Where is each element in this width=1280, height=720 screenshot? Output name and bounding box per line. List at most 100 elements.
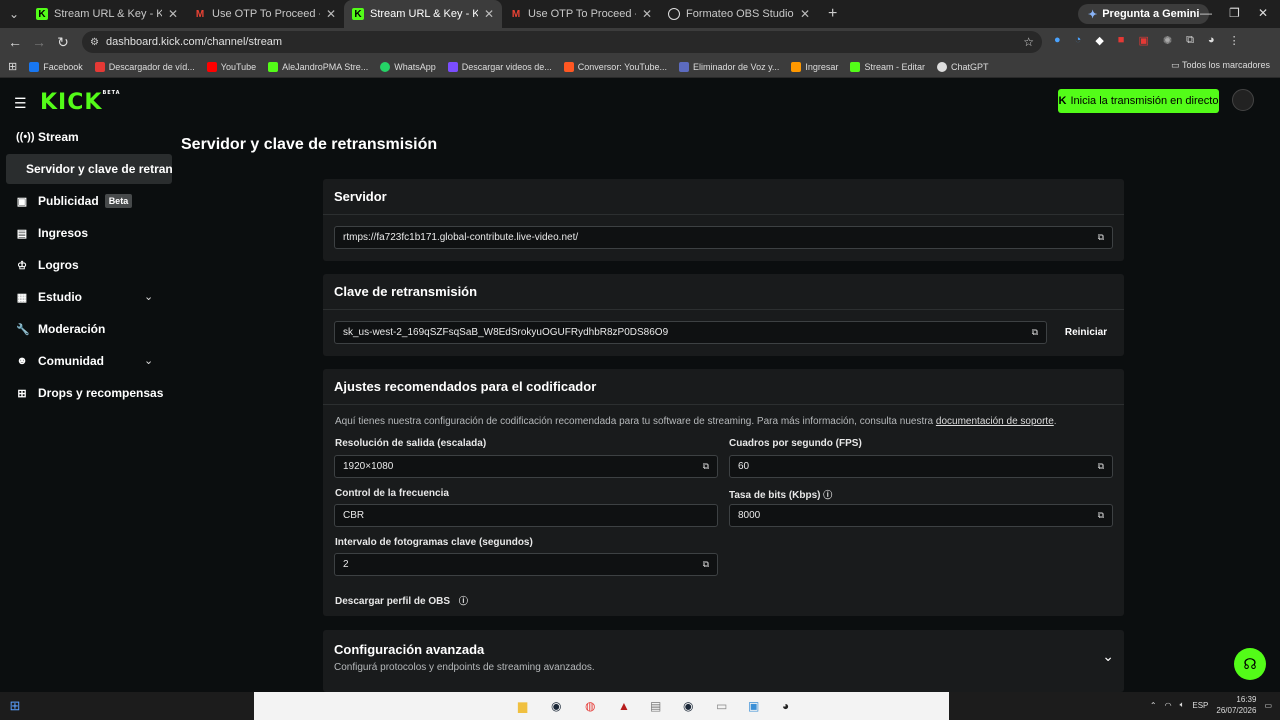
file-explorer-icon[interactable]: ▆ bbox=[518, 699, 527, 713]
browser-tab[interactable]: Formateo OBS Studio ✕ bbox=[660, 0, 818, 28]
close-window-icon[interactable]: ✕ bbox=[1258, 6, 1268, 20]
bookmark-item[interactable]: Eliminador de Voz y... bbox=[679, 61, 779, 72]
reload-icon[interactable]: ↻ bbox=[51, 34, 75, 51]
bookmark-item[interactable]: AleJandroPMA Stre... bbox=[268, 61, 368, 72]
browser-tab[interactable]: K Stream URL & Key - Kick Dashb ✕ bbox=[28, 0, 186, 28]
close-tab-icon[interactable]: ✕ bbox=[484, 7, 494, 21]
bookmark-item[interactable]: Ingresar bbox=[791, 61, 838, 72]
avatar[interactable] bbox=[1232, 89, 1254, 111]
go-live-button[interactable]: K Inicia la transmisión en directo bbox=[1058, 89, 1219, 113]
bookmark-star-icon[interactable]: ☆ bbox=[1023, 35, 1034, 49]
close-tab-icon[interactable]: ✕ bbox=[168, 7, 178, 21]
keyframe-field[interactable]: 2 ⧉ bbox=[334, 553, 718, 576]
support-chat-button[interactable]: ☊ bbox=[1234, 648, 1266, 680]
sidebar-item-logros[interactable]: ♔ Logros bbox=[16, 258, 79, 272]
tab-search-icon[interactable]: ⌄ bbox=[0, 7, 28, 21]
sidebar-item-publicidad[interactable]: ▣ Publicidad Beta bbox=[16, 194, 133, 208]
info-icon[interactable]: ⓘ bbox=[459, 596, 468, 606]
sidebar-item-ingresos[interactable]: ▤ Ingresos bbox=[16, 226, 88, 240]
chevron-down-icon[interactable]: ⌄ bbox=[144, 290, 153, 303]
copy-icon[interactable]: ⧉ bbox=[703, 559, 709, 570]
bookmark-item[interactable]: Descargar videos de... bbox=[447, 61, 552, 72]
extension-icon[interactable]: ◆ bbox=[1095, 34, 1103, 47]
clock[interactable]: 16:39 26/07/2026 bbox=[1216, 694, 1256, 716]
browser-tab-active[interactable]: K Stream URL & Key - Kick Dashb ✕ bbox=[344, 0, 502, 28]
app-icon[interactable]: ▲ bbox=[618, 699, 630, 713]
steam-icon[interactable]: ◉ bbox=[551, 699, 561, 713]
clock-time: 16:39 bbox=[1236, 695, 1257, 704]
all-bookmarks-button[interactable]: ▭ Todos los marcadores bbox=[1171, 60, 1270, 71]
server-url-field[interactable]: rtmps://fa723fc1b171.global-contribute.l… bbox=[334, 226, 1113, 249]
app-icon[interactable]: ▣ bbox=[748, 699, 759, 713]
resolution-field[interactable]: 1920×1080 ⧉ bbox=[334, 455, 718, 478]
reset-key-button[interactable]: Reiniciar bbox=[1056, 321, 1116, 344]
obs-icon[interactable]: ◕ bbox=[782, 699, 789, 713]
wifi-icon[interactable]: ◠ bbox=[1165, 701, 1172, 710]
bookmark-item[interactable]: WhatsApp bbox=[380, 61, 436, 72]
forward-icon[interactable]: → bbox=[27, 34, 51, 50]
chevron-up-icon[interactable]: ⌃ bbox=[1150, 701, 1157, 710]
language-indicator[interactable]: ESP bbox=[1192, 701, 1208, 710]
bookmark-item[interactable]: Descargador de víd... bbox=[94, 61, 195, 72]
bookmark-item[interactable]: YouTube bbox=[206, 61, 256, 72]
menu-dots-icon[interactable]: ⋮ bbox=[1229, 34, 1240, 47]
app-icon[interactable]: ▤ bbox=[650, 699, 661, 713]
site-info-icon[interactable]: ⚙ bbox=[90, 37, 99, 48]
volume-icon[interactable]: 🔈︎ bbox=[1180, 700, 1185, 710]
fps-field[interactable]: 60 ⧉ bbox=[729, 455, 1113, 478]
chevron-down-icon[interactable]: ⌄ bbox=[1102, 648, 1114, 665]
bookmark-item[interactable]: Facebook bbox=[29, 61, 83, 72]
advanced-settings-card[interactable]: Configuración avanzada Configurá protoco… bbox=[323, 630, 1124, 692]
close-tab-icon[interactable]: ✕ bbox=[800, 7, 810, 21]
copy-icon[interactable]: ⧉ bbox=[1098, 510, 1104, 521]
sidebar-item-drops[interactable]: ⊞ Drops y recompensas bbox=[16, 386, 163, 400]
kick-logo[interactable]: KICKBETA bbox=[40, 90, 121, 115]
bookmark-item[interactable]: Conversor: YouTube... bbox=[563, 61, 667, 72]
tab-title: Use OTP To Proceed - aalejand bbox=[212, 8, 320, 20]
rate-control-field[interactable]: CBR bbox=[334, 504, 718, 527]
support-docs-link[interactable]: documentación de soporte bbox=[936, 416, 1054, 427]
apps-grid-icon[interactable]: ⊞ bbox=[8, 60, 17, 73]
extension-icon[interactable]: ● bbox=[1054, 34, 1061, 47]
copy-icon[interactable]: ⧉ bbox=[703, 461, 709, 472]
extensions-puzzle-icon[interactable]: ⧉ bbox=[1186, 34, 1194, 47]
sidebar-item-moderacion[interactable]: 🔧 Moderación bbox=[16, 322, 105, 336]
notifications-icon[interactable]: ▭ bbox=[1264, 701, 1272, 710]
download-obs-profile[interactable]: Descargar perfil de OBS ⓘ bbox=[335, 594, 468, 607]
minimize-icon[interactable]: — bbox=[1200, 6, 1212, 20]
sidebar-item-server-key[interactable]: Servidor y clave de retransmisión bbox=[6, 154, 172, 184]
close-tab-icon[interactable]: ✕ bbox=[642, 7, 652, 21]
chrome-icon[interactable]: ◍ bbox=[585, 699, 595, 713]
back-icon[interactable]: ← bbox=[3, 34, 27, 50]
steam-icon[interactable]: ◉ bbox=[683, 699, 693, 713]
info-icon[interactable]: ⓘ bbox=[823, 490, 832, 500]
bookmark-item[interactable]: Stream - Editar bbox=[850, 61, 925, 72]
profile-icon[interactable]: ◕ bbox=[1208, 34, 1215, 47]
app-icon[interactable]: ▭ bbox=[716, 699, 727, 713]
extension-icon[interactable]: ◔ bbox=[1075, 34, 1082, 47]
menu-icon[interactable]: ☰ bbox=[14, 95, 27, 112]
windows-start-icon[interactable]: ⊞ bbox=[0, 698, 30, 714]
stream-key-field[interactable]: sk_us-west-2_169qSZFsqSaB_W8EdSrokyuOGUF… bbox=[334, 321, 1047, 344]
restore-icon[interactable]: ❐ bbox=[1229, 6, 1240, 20]
gemini-button[interactable]: ✦ Pregunta a Gemini bbox=[1078, 4, 1210, 24]
address-bar[interactable]: ⚙ dashboard.kick.com/channel/stream ☆ bbox=[82, 31, 1042, 53]
sidebar-item-stream[interactable]: ((•)) Stream bbox=[16, 130, 79, 144]
extension-icon[interactable]: ✺ bbox=[1163, 34, 1172, 47]
kick-icon bbox=[850, 61, 861, 72]
fps-value: 60 bbox=[738, 461, 750, 472]
extension-icon[interactable]: ▣ bbox=[1138, 34, 1148, 47]
bitrate-field[interactable]: 8000 ⧉ bbox=[729, 504, 1113, 527]
extension-icon[interactable]: ■ bbox=[1118, 34, 1125, 47]
sidebar-item-estudio[interactable]: ▦ Estudio bbox=[16, 290, 82, 304]
close-tab-icon[interactable]: ✕ bbox=[326, 7, 336, 21]
browser-tab[interactable]: M Use OTP To Proceed - aalejand ✕ bbox=[186, 0, 344, 28]
copy-icon[interactable]: ⧉ bbox=[1032, 327, 1038, 338]
copy-icon[interactable]: ⧉ bbox=[1098, 461, 1104, 472]
sidebar-item-comunidad[interactable]: ☻ Comunidad bbox=[16, 354, 104, 368]
copy-icon[interactable]: ⧉ bbox=[1098, 232, 1104, 243]
new-tab-icon[interactable]: + bbox=[818, 5, 847, 23]
chevron-down-icon[interactable]: ⌄ bbox=[144, 354, 153, 367]
browser-tab[interactable]: M Use OTP To Proceed - aalejand ✕ bbox=[502, 0, 660, 28]
bookmark-item[interactable]: ChatGPT bbox=[936, 61, 988, 72]
